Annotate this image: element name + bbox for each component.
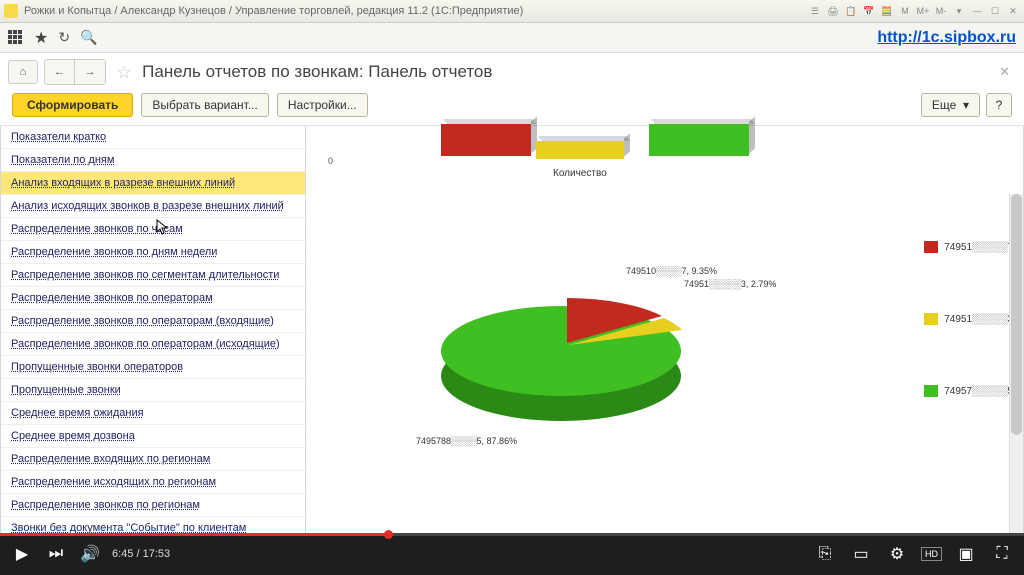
sidebar-item[interactable]: Показатели по дням xyxy=(1,149,305,172)
help-button[interactable]: ? xyxy=(986,93,1012,117)
watch-later-icon[interactable]: ⎘ xyxy=(813,542,837,566)
bar-axis-label: Количество xyxy=(553,168,607,179)
sidebar-item[interactable]: Анализ исходящих звонков в разрезе внешн… xyxy=(1,195,305,218)
legend-entry: 74951░░░░░3 xyxy=(924,313,1013,325)
sys-icon[interactable]: 📋 xyxy=(844,4,858,18)
chart-legend: 74951░░░░░7 74951░░░░░3 74957░░░░░5 xyxy=(924,241,1013,397)
history-icon[interactable]: ↻ xyxy=(58,29,70,46)
sys-icon[interactable]: 📅 xyxy=(862,4,876,18)
nav-back-button[interactable]: ← xyxy=(45,60,75,84)
nav-home-button[interactable]: ⌂ xyxy=(8,60,38,84)
m-button[interactable]: M xyxy=(898,4,912,18)
sys-icon[interactable]: 🧮 xyxy=(880,4,894,18)
sidebar-item[interactable]: Показатели кратко xyxy=(1,126,305,149)
sidebar-item[interactable]: Пропущенные звонки xyxy=(1,379,305,402)
sys-icon[interactable]: ☰ xyxy=(808,4,822,18)
sidebar-item[interactable]: Распределение звонков по сегментам длите… xyxy=(1,264,305,287)
close-tab-button[interactable]: ✕ xyxy=(993,64,1016,80)
sys-icon[interactable]: 🖨 xyxy=(826,4,840,18)
sidebar-item[interactable]: Распределение звонков по операторам (вхо… xyxy=(1,310,305,333)
cards-icon[interactable]: ▭ xyxy=(849,542,873,566)
theater-icon[interactable]: ▣ xyxy=(954,542,978,566)
settings-button[interactable]: Настройки... xyxy=(277,93,368,117)
sidebar-item[interactable]: Распределение звонков по регионам xyxy=(1,494,305,517)
volume-button[interactable]: 🔊 xyxy=(78,542,102,566)
sidebar-item[interactable]: Распределение звонков по операторам xyxy=(1,287,305,310)
pie-label-1: 749510░░░░7, 9.35% xyxy=(626,266,717,276)
fav-star-icon[interactable]: ☆ xyxy=(112,62,136,83)
main-toolbar: ★ ↻ 🔍 http://1c.sipbox.ru xyxy=(0,23,1024,53)
dropdown-icon[interactable]: ▾ xyxy=(952,4,966,18)
legend-entry: 74951░░░░░7 xyxy=(924,241,1013,253)
legend-entry: 74957░░░░░5 xyxy=(924,385,1013,397)
page-header: ⌂ ← → ☆ Панель отчетов по звонкам: Панел… xyxy=(0,53,1024,89)
choose-variant-button[interactable]: Выбрать вариант... xyxy=(141,93,268,117)
window-titlebar: Рожки и Копытца / Александр Кузнецов / У… xyxy=(0,0,1024,23)
window-title: Рожки и Копытца / Александр Кузнецов / У… xyxy=(24,5,808,17)
window-system-icons: ☰ 🖨 📋 📅 🧮 M M+ M- ▾ — ☐ ✕ xyxy=(808,4,1020,18)
app-icon xyxy=(4,4,18,18)
generate-button[interactable]: Сформировать xyxy=(12,93,133,117)
report-list-sidebar[interactable]: Показатели краткоПоказатели по днямАнали… xyxy=(0,126,306,539)
player-time: 6:45 / 17:53 xyxy=(112,548,170,560)
favorites-icon[interactable]: ★ xyxy=(34,28,48,48)
sidebar-item[interactable]: Распределение звонков по дням недели xyxy=(1,241,305,264)
sidebar-item[interactable]: Анализ входящих в разрезе внешних линий xyxy=(1,172,305,195)
sidebar-item[interactable]: Распределение исходящих по регионам xyxy=(1,471,305,494)
m-plus-button[interactable]: M+ xyxy=(916,4,930,18)
pie-chart: 749510░░░░7, 9.35% 74951░░░░░3, 2.79% 74… xyxy=(416,256,736,439)
sidebar-item[interactable]: Распределение звонков по часам xyxy=(1,218,305,241)
report-content: 0 Количество 74951░░░░░7 74951░░░░░3 74957… xyxy=(306,126,1024,539)
axis-zero: 0 xyxy=(328,156,333,166)
pie-label-2: 74951░░░░░3, 2.79% xyxy=(684,279,776,289)
sidebar-item[interactable]: Среднее время дозвона xyxy=(1,425,305,448)
apps-grid-icon[interactable] xyxy=(8,30,24,46)
sidebar-item[interactable]: Пропущенные звонки операторов xyxy=(1,356,305,379)
search-icon[interactable]: 🔍 xyxy=(80,29,97,46)
maximize-button[interactable]: ☐ xyxy=(988,4,1002,18)
m-minus-button[interactable]: M- xyxy=(934,4,948,18)
video-player-bar: ▶ ⏭ 🔊 6:45 / 17:53 ⎘ ▭ ⚙ HD ▣ ⛶ xyxy=(0,533,1024,575)
minimize-button[interactable]: — xyxy=(970,4,984,18)
more-button[interactable]: Еще ▾ xyxy=(921,93,980,117)
next-button[interactable]: ⏭ xyxy=(44,542,68,566)
external-link[interactable]: http://1c.sipbox.ru xyxy=(877,29,1016,47)
content-scrollbar[interactable] xyxy=(1009,194,1023,538)
fullscreen-icon[interactable]: ⛶ xyxy=(990,542,1014,566)
play-button[interactable]: ▶ xyxy=(10,542,34,566)
pie-label-3: 7495788░░░░5, 87.86% xyxy=(416,436,517,446)
bar-chart-fragment xyxy=(441,124,751,159)
sidebar-item[interactable]: Распределение входящих по регионам xyxy=(1,448,305,471)
hd-badge[interactable]: HD xyxy=(921,547,942,561)
settings-icon[interactable]: ⚙ xyxy=(885,542,909,566)
main-area: Показатели краткоПоказатели по днямАнали… xyxy=(0,126,1024,539)
player-progress[interactable] xyxy=(0,533,1024,536)
sidebar-item[interactable]: Распределение звонков по операторам (исх… xyxy=(1,333,305,356)
close-button[interactable]: ✕ xyxy=(1006,4,1020,18)
nav-forward-button[interactable]: → xyxy=(75,60,105,84)
sidebar-item[interactable]: Среднее время ожидания xyxy=(1,402,305,425)
page-title: Панель отчетов по звонкам: Панель отчето… xyxy=(142,62,492,82)
